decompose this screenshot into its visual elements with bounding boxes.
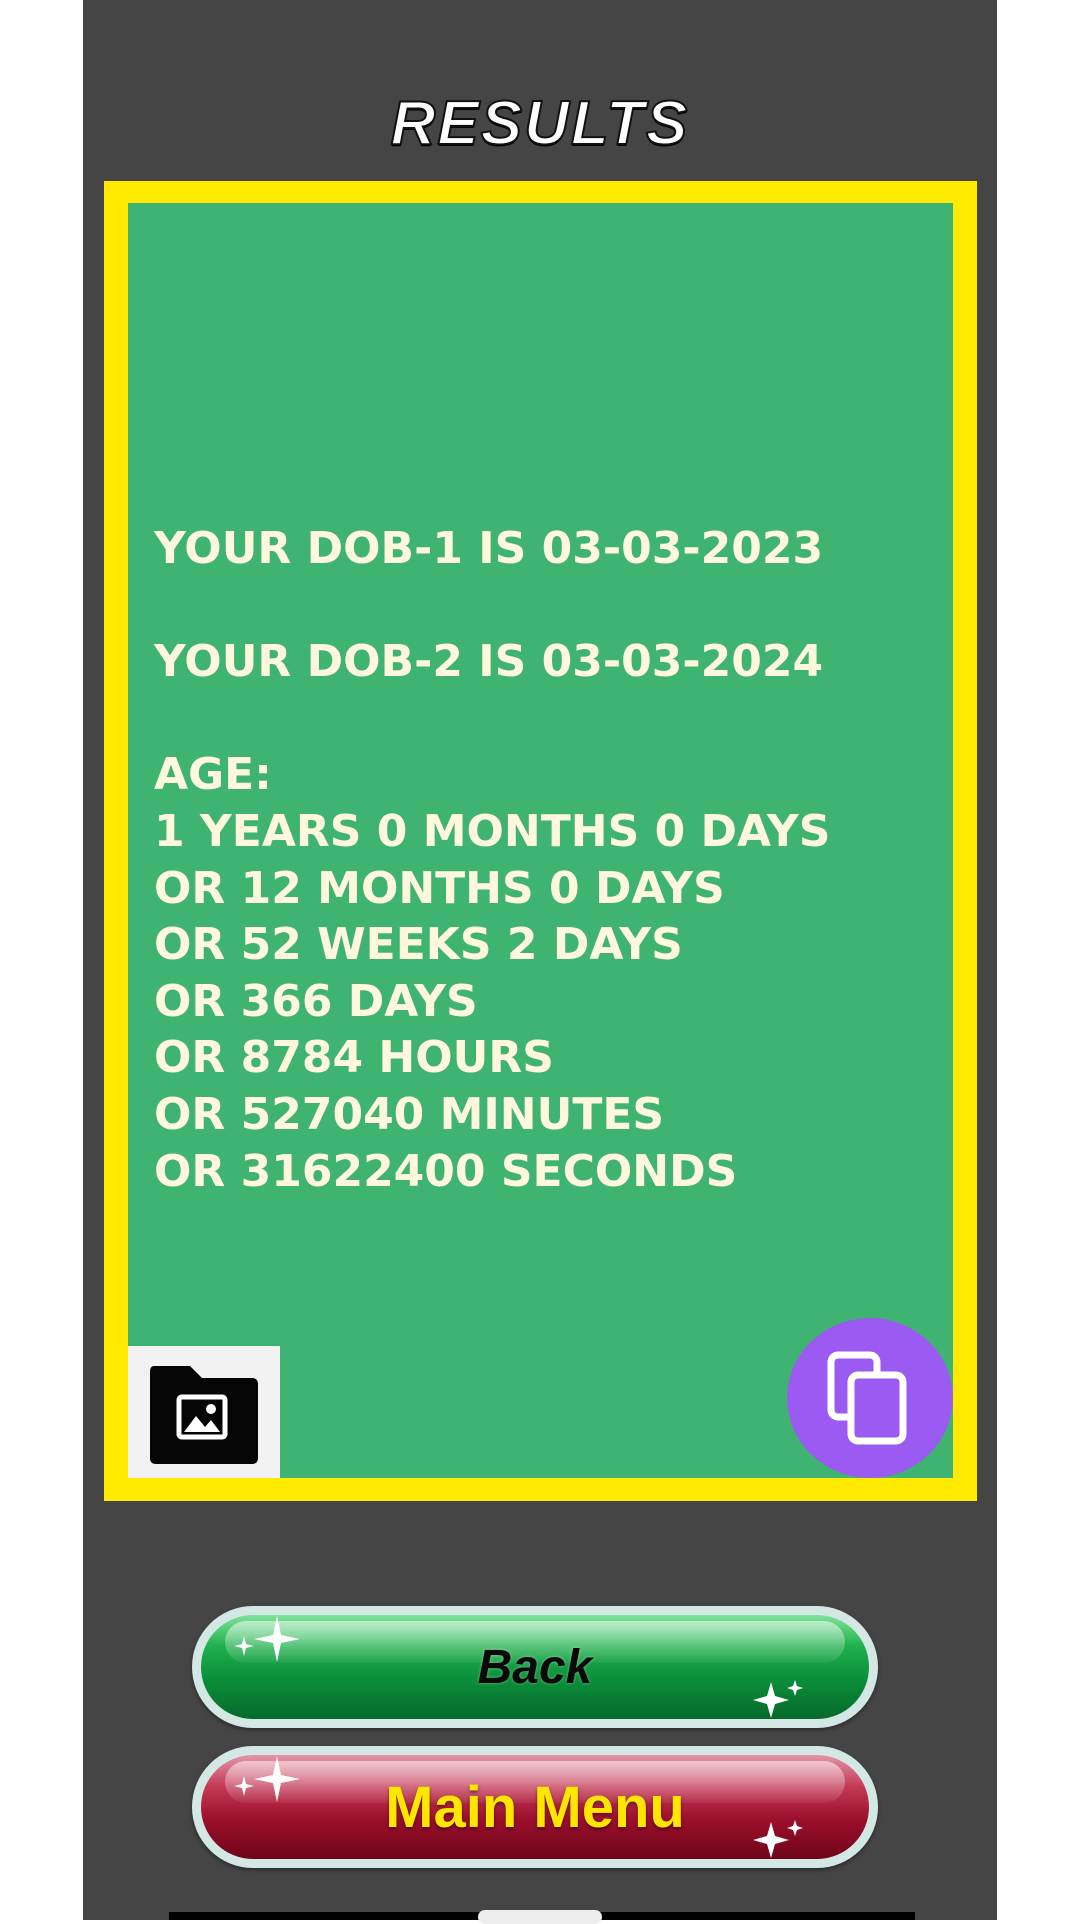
save-image-button[interactable] [128, 1346, 280, 1478]
result-line: OR 527040 MINUTES [154, 1088, 665, 1140]
result-line: OR 8784 HOURS [154, 1032, 554, 1084]
result-frame: YOUR DOB-1 IS 03-03-2023 YOUR DOB-2 IS 0… [104, 181, 977, 1501]
result-line: OR 52 WEEKS 2 DAYS [154, 919, 683, 971]
back-button[interactable]: Back [192, 1606, 878, 1728]
sparkle-icon [753, 1820, 803, 1858]
main-menu-button[interactable]: Main Menu [192, 1746, 878, 1868]
sparkle-icon [234, 1616, 300, 1662]
copy-button[interactable] [787, 1318, 953, 1478]
result-line: OR 12 MONTHS 0 DAYS [154, 862, 725, 914]
result-line: AGE: [154, 749, 272, 801]
result-line: OR 31622400 SECONDS [154, 1145, 738, 1197]
result-line: YOUR DOB-1 IS 03-03-2023 [154, 523, 824, 574]
sparkle-icon [753, 1680, 803, 1718]
result-line [154, 578, 944, 635]
result-line: 1 YEARS 0 MONTHS 0 DAYS [154, 805, 831, 857]
result-line: YOUR DOB-2 IS 03-03-2024 [154, 636, 824, 688]
result-text: YOUR DOB-1 IS 03-03-2023 YOUR DOB-2 IS 0… [154, 521, 944, 1200]
folder-image-icon [150, 1366, 258, 1464]
app-screen: RESULTS YOUR DOB-1 IS 03-03-2023 YOUR DO… [83, 0, 997, 1920]
page-title: RESULTS [390, 88, 690, 159]
result-panel: YOUR DOB-1 IS 03-03-2023 YOUR DOB-2 IS 0… [128, 203, 953, 1478]
sparkle-icon [234, 1756, 300, 1802]
result-line [154, 691, 944, 748]
copy-icon [827, 1351, 907, 1445]
home-gesture-handle[interactable] [478, 1910, 602, 1924]
result-line: OR 366 DAYS [154, 975, 478, 1027]
